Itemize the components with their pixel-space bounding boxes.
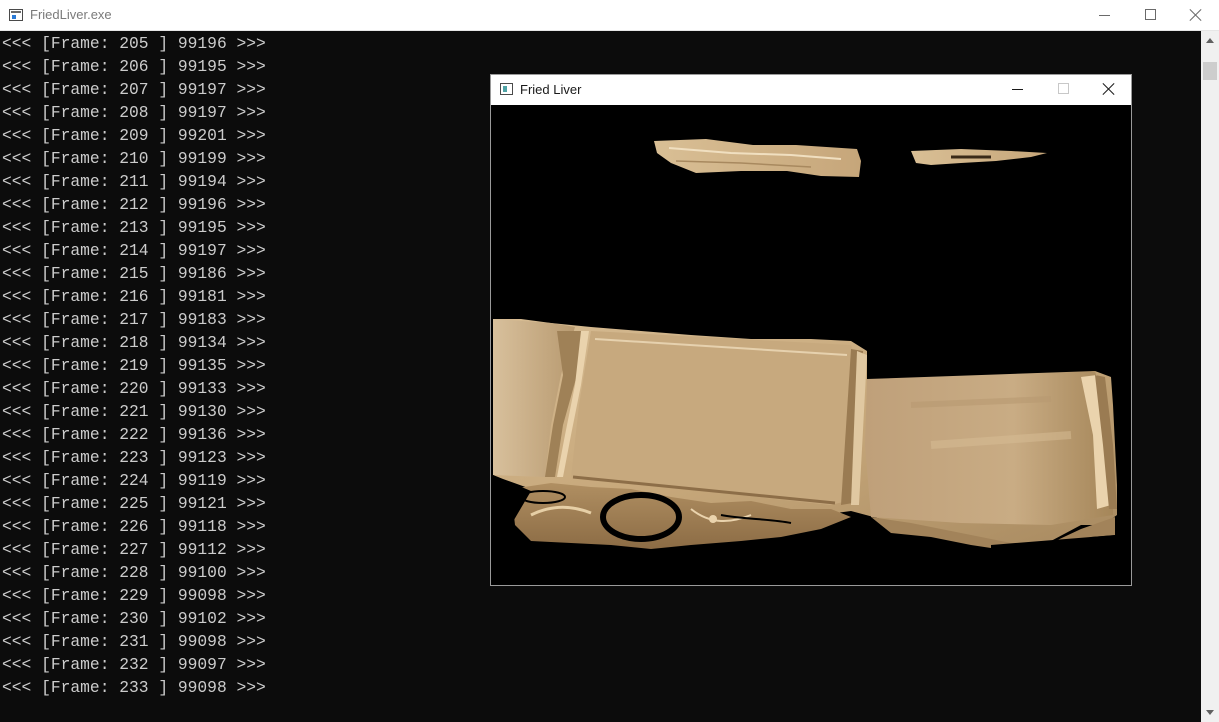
scroll-down-arrow-icon[interactable] (1201, 704, 1219, 722)
fried-liver-title: Fried Liver (520, 82, 582, 97)
console-app-icon (9, 9, 23, 21)
minimize-icon (1012, 89, 1023, 90)
console-line: <<< [Frame: 230 ] 99102 >>> (2, 609, 266, 628)
close-icon (1102, 82, 1116, 96)
scroll-up-arrow-icon[interactable] (1201, 31, 1219, 49)
console-title: FriedLiver.exe (30, 7, 112, 22)
console-line: <<< [Frame: 205 ] 99196 >>> (2, 34, 266, 53)
reconstruction-render (491, 105, 1131, 585)
close-button[interactable] (1173, 0, 1219, 31)
console-line: <<< [Frame: 231 ] 99098 >>> (2, 632, 266, 651)
close-icon (1189, 8, 1203, 22)
console-titlebar[interactable]: FriedLiver.exe (0, 0, 1219, 31)
maximize-button (1040, 75, 1086, 105)
maximize-button[interactable] (1127, 0, 1173, 31)
minimize-icon (1099, 15, 1110, 16)
scroll-thumb[interactable] (1203, 62, 1217, 80)
minimize-button[interactable] (994, 75, 1040, 105)
minimize-button[interactable] (1081, 0, 1127, 31)
reconstruction-image (493, 139, 1117, 585)
app-icon (500, 83, 513, 95)
fried-liver-titlebar[interactable]: Fried Liver (491, 75, 1131, 105)
maximize-icon (1058, 83, 1069, 94)
close-button[interactable] (1086, 75, 1132, 105)
fried-liver-window: Fried Liver (490, 74, 1132, 586)
console-line: <<< [Frame: 233 ] 99098 >>> (2, 678, 266, 697)
maximize-icon (1145, 9, 1156, 20)
console-line: <<< [Frame: 232 ] 99097 >>> (2, 655, 266, 674)
vertical-scrollbar[interactable] (1201, 31, 1219, 722)
console-line: <<< [Frame: 229 ] 99098 >>> (2, 586, 266, 605)
